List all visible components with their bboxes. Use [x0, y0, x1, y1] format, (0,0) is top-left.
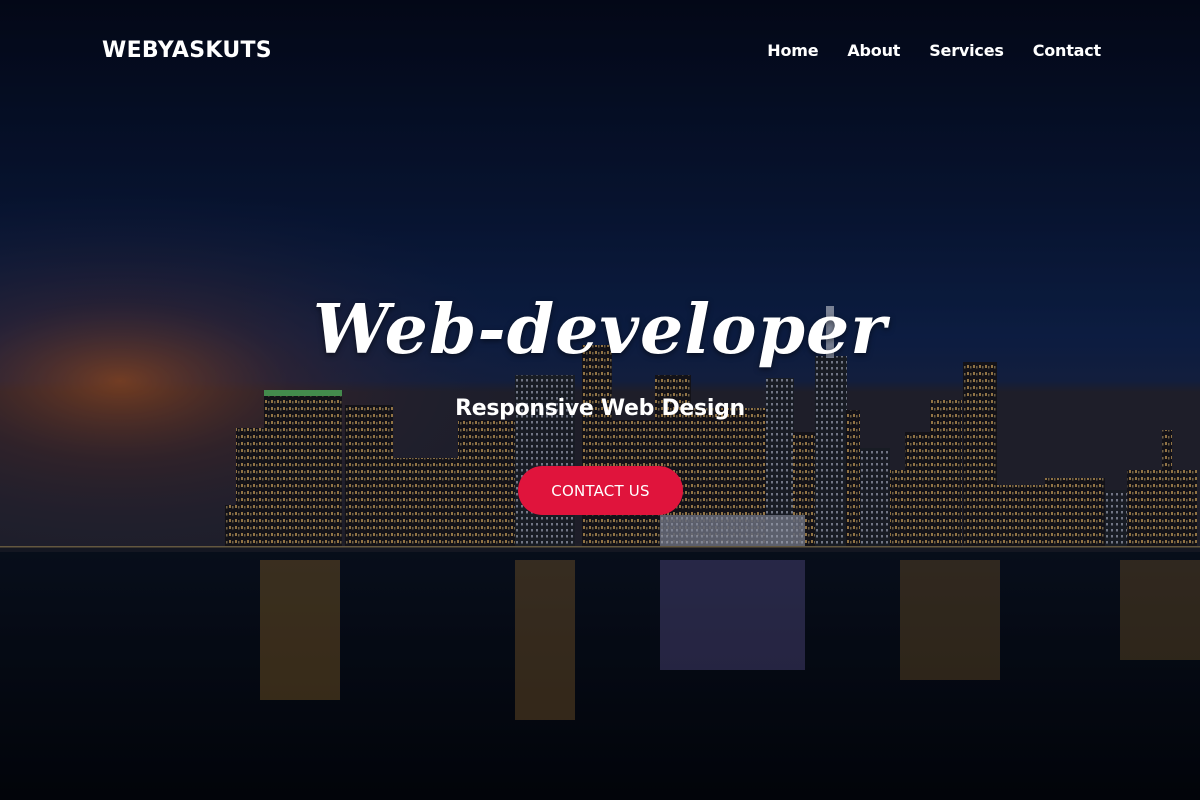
nav-link-services[interactable]: Services	[929, 41, 1004, 60]
hero-subtitle: Responsive Web Design	[455, 396, 745, 421]
nav-link-contact[interactable]: Contact	[1033, 41, 1102, 60]
hero-title: Web-developer	[312, 290, 888, 370]
hero-content: Web-developer Responsive Web Design CONT…	[0, 0, 1200, 800]
nav-links: Home About Services Contact	[767, 41, 1101, 61]
nav-item-home: Home	[767, 41, 818, 61]
contact-us-button[interactable]: CONTACT US	[518, 466, 683, 515]
nav-item-services: Services	[929, 41, 1004, 61]
nav-item-contact: Contact	[1033, 41, 1102, 61]
nav-link-about[interactable]: About	[847, 41, 900, 60]
site-logo[interactable]: WEBYASKUTS	[102, 38, 272, 63]
nav-item-about: About	[847, 41, 900, 61]
navbar: WEBYASKUTS Home About Services Contact	[0, 0, 1200, 100]
nav-link-home[interactable]: Home	[767, 41, 818, 60]
